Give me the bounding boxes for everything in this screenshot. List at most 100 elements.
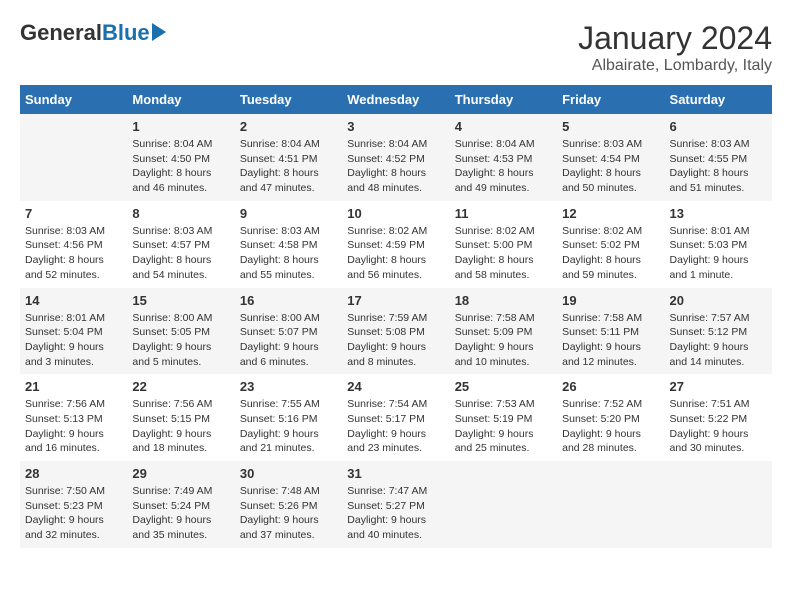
calendar-cell: 13Sunrise: 8:01 AMSunset: 5:03 PMDayligh… bbox=[665, 201, 772, 288]
day-number: 20 bbox=[670, 293, 767, 308]
calendar-cell: 24 Sunrise: 7:54 AMSunset: 5:17 PMDayligh… bbox=[342, 374, 449, 461]
day-number: 16 bbox=[240, 293, 337, 308]
day-number: 25 bbox=[455, 379, 552, 394]
header-row: SundayMondayTuesdayWednesdayThursdayFrid… bbox=[20, 85, 772, 114]
day-number: 27 bbox=[670, 379, 767, 394]
day-number: 24 bbox=[347, 379, 444, 394]
day-info: Sunrise: 7:52 AMSunset: 5:20 PMDaylight:… bbox=[562, 397, 659, 456]
day-info: Sunrise: 8:04 AMSunset: 4:50 PMDaylight:… bbox=[132, 137, 229, 196]
day-number: 12 bbox=[562, 206, 659, 221]
logo-arrow-icon bbox=[152, 23, 166, 41]
day-number: 13 bbox=[670, 206, 767, 221]
day-info: Sunrise: 8:02 AMSunset: 5:00 PMDaylight:… bbox=[455, 224, 552, 283]
header-sunday: Sunday bbox=[20, 85, 127, 114]
calendar-cell: 20Sunrise: 7:57 AMSunset: 5:12 PMDayligh… bbox=[665, 288, 772, 375]
day-info: Sunrise: 8:03 AMSunset: 4:57 PMDaylight:… bbox=[132, 224, 229, 283]
day-info: Sunrise: 8:02 AMSunset: 5:02 PMDaylight:… bbox=[562, 224, 659, 283]
header-friday: Friday bbox=[557, 85, 664, 114]
calendar-cell: 25 Sunrise: 7:53 AMSunset: 5:19 PMDayligh… bbox=[450, 374, 557, 461]
calendar-cell: 23 Sunrise: 7:55 AMSunset: 5:16 PMDayligh… bbox=[235, 374, 342, 461]
day-number: 5 bbox=[562, 119, 659, 134]
title-block: January 2024 Albairate, Lombardy, Italy bbox=[578, 20, 772, 75]
calendar-body: 1 Sunrise: 8:04 AMSunset: 4:50 PMDaylight… bbox=[20, 114, 772, 548]
day-number: 22 bbox=[132, 379, 229, 394]
day-number: 10 bbox=[347, 206, 444, 221]
day-number: 15 bbox=[132, 293, 229, 308]
calendar-cell: 16 Sunrise: 8:00 AMSunset: 5:07 PMDayligh… bbox=[235, 288, 342, 375]
header-wednesday: Wednesday bbox=[342, 85, 449, 114]
header-tuesday: Tuesday bbox=[235, 85, 342, 114]
calendar-cell: 21 Sunrise: 7:56 AMSunset: 5:13 PMDayligh… bbox=[20, 374, 127, 461]
day-info: Sunrise: 8:03 AMSunset: 4:56 PMDaylight:… bbox=[25, 224, 122, 283]
day-number: 6 bbox=[670, 119, 767, 134]
calendar-cell: 31 Sunrise: 7:47 AMSunset: 5:27 PMDayligh… bbox=[342, 461, 449, 548]
day-info: Sunrise: 7:54 AMSunset: 5:17 PMDaylight:… bbox=[347, 397, 444, 456]
page-header: General Blue January 2024 Albairate, Lom… bbox=[20, 20, 772, 75]
day-number: 11 bbox=[455, 206, 552, 221]
header-saturday: Saturday bbox=[665, 85, 772, 114]
calendar-cell: 2 Sunrise: 8:04 AMSunset: 4:51 PMDaylight… bbox=[235, 114, 342, 201]
day-info: Sunrise: 7:49 AMSunset: 5:24 PMDaylight:… bbox=[132, 484, 229, 543]
day-number: 28 bbox=[25, 466, 122, 481]
calendar-cell: 22 Sunrise: 7:56 AMSunset: 5:15 PMDayligh… bbox=[127, 374, 234, 461]
day-info: Sunrise: 7:50 AMSunset: 5:23 PMDaylight:… bbox=[25, 484, 122, 543]
calendar-cell: 30 Sunrise: 7:48 AMSunset: 5:26 PMDayligh… bbox=[235, 461, 342, 548]
calendar-cell: 4Sunrise: 8:04 AMSunset: 4:53 PMDaylight… bbox=[450, 114, 557, 201]
day-info: Sunrise: 7:53 AMSunset: 5:19 PMDaylight:… bbox=[455, 397, 552, 456]
calendar-cell: 18Sunrise: 7:58 AMSunset: 5:09 PMDayligh… bbox=[450, 288, 557, 375]
day-number: 2 bbox=[240, 119, 337, 134]
calendar-cell: 19Sunrise: 7:58 AMSunset: 5:11 PMDayligh… bbox=[557, 288, 664, 375]
calendar-cell bbox=[20, 114, 127, 201]
day-number: 29 bbox=[132, 466, 229, 481]
calendar-cell: 17Sunrise: 7:59 AMSunset: 5:08 PMDayligh… bbox=[342, 288, 449, 375]
calendar-cell: 14Sunrise: 8:01 AMSunset: 5:04 PMDayligh… bbox=[20, 288, 127, 375]
day-number: 17 bbox=[347, 293, 444, 308]
calendar-cell: 27Sunrise: 7:51 AMSunset: 5:22 PMDayligh… bbox=[665, 374, 772, 461]
calendar-cell: 1 Sunrise: 8:04 AMSunset: 4:50 PMDaylight… bbox=[127, 114, 234, 201]
day-info: Sunrise: 7:58 AMSunset: 5:11 PMDaylight:… bbox=[562, 311, 659, 370]
day-info: Sunrise: 7:47 AMSunset: 5:27 PMDaylight:… bbox=[347, 484, 444, 543]
calendar-cell: 12 Sunrise: 8:02 AMSunset: 5:02 PMDayligh… bbox=[557, 201, 664, 288]
day-info: Sunrise: 7:56 AMSunset: 5:15 PMDaylight:… bbox=[132, 397, 229, 456]
day-number: 9 bbox=[240, 206, 337, 221]
calendar-cell: 8 Sunrise: 8:03 AMSunset: 4:57 PMDaylight… bbox=[127, 201, 234, 288]
day-info: Sunrise: 7:56 AMSunset: 5:13 PMDaylight:… bbox=[25, 397, 122, 456]
calendar-table: SundayMondayTuesdayWednesdayThursdayFrid… bbox=[20, 85, 772, 548]
day-number: 26 bbox=[562, 379, 659, 394]
header-monday: Monday bbox=[127, 85, 234, 114]
day-number: 3 bbox=[347, 119, 444, 134]
day-info: Sunrise: 8:00 AMSunset: 5:07 PMDaylight:… bbox=[240, 311, 337, 370]
calendar-cell: 3 Sunrise: 8:04 AMSunset: 4:52 PMDaylight… bbox=[342, 114, 449, 201]
day-info: Sunrise: 8:03 AMSunset: 4:55 PMDaylight:… bbox=[670, 137, 767, 196]
week-row-2: 7 Sunrise: 8:03 AMSunset: 4:56 PMDaylight… bbox=[20, 201, 772, 288]
calendar-header: SundayMondayTuesdayWednesdayThursdayFrid… bbox=[20, 85, 772, 114]
week-row-3: 14Sunrise: 8:01 AMSunset: 5:04 PMDayligh… bbox=[20, 288, 772, 375]
day-info: Sunrise: 8:01 AMSunset: 5:04 PMDaylight:… bbox=[25, 311, 122, 370]
calendar-cell: 29 Sunrise: 7:49 AMSunset: 5:24 PMDayligh… bbox=[127, 461, 234, 548]
logo: General Blue bbox=[20, 20, 166, 46]
day-info: Sunrise: 8:04 AMSunset: 4:52 PMDaylight:… bbox=[347, 137, 444, 196]
logo-blue-text: Blue bbox=[102, 20, 150, 46]
logo-general-text: General bbox=[20, 20, 102, 46]
day-number: 18 bbox=[455, 293, 552, 308]
day-info: Sunrise: 8:04 AMSunset: 4:51 PMDaylight:… bbox=[240, 137, 337, 196]
calendar-cell: 10 Sunrise: 8:02 AMSunset: 4:59 PMDayligh… bbox=[342, 201, 449, 288]
calendar-cell: 6 Sunrise: 8:03 AMSunset: 4:55 PMDaylight… bbox=[665, 114, 772, 201]
day-number: 30 bbox=[240, 466, 337, 481]
calendar-cell: 15Sunrise: 8:00 AMSunset: 5:05 PMDayligh… bbox=[127, 288, 234, 375]
day-info: Sunrise: 8:02 AMSunset: 4:59 PMDaylight:… bbox=[347, 224, 444, 283]
calendar-cell: 7 Sunrise: 8:03 AMSunset: 4:56 PMDaylight… bbox=[20, 201, 127, 288]
day-number: 7 bbox=[25, 206, 122, 221]
day-number: 21 bbox=[25, 379, 122, 394]
day-info: Sunrise: 7:55 AMSunset: 5:16 PMDaylight:… bbox=[240, 397, 337, 456]
calendar-cell: 28 Sunrise: 7:50 AMSunset: 5:23 PMDayligh… bbox=[20, 461, 127, 548]
calendar-cell: 5Sunrise: 8:03 AMSunset: 4:54 PMDaylight… bbox=[557, 114, 664, 201]
day-number: 1 bbox=[132, 119, 229, 134]
day-number: 4 bbox=[455, 119, 552, 134]
day-info: Sunrise: 7:48 AMSunset: 5:26 PMDaylight:… bbox=[240, 484, 337, 543]
day-number: 23 bbox=[240, 379, 337, 394]
calendar-cell bbox=[665, 461, 772, 548]
calendar-cell bbox=[557, 461, 664, 548]
day-number: 31 bbox=[347, 466, 444, 481]
day-number: 8 bbox=[132, 206, 229, 221]
